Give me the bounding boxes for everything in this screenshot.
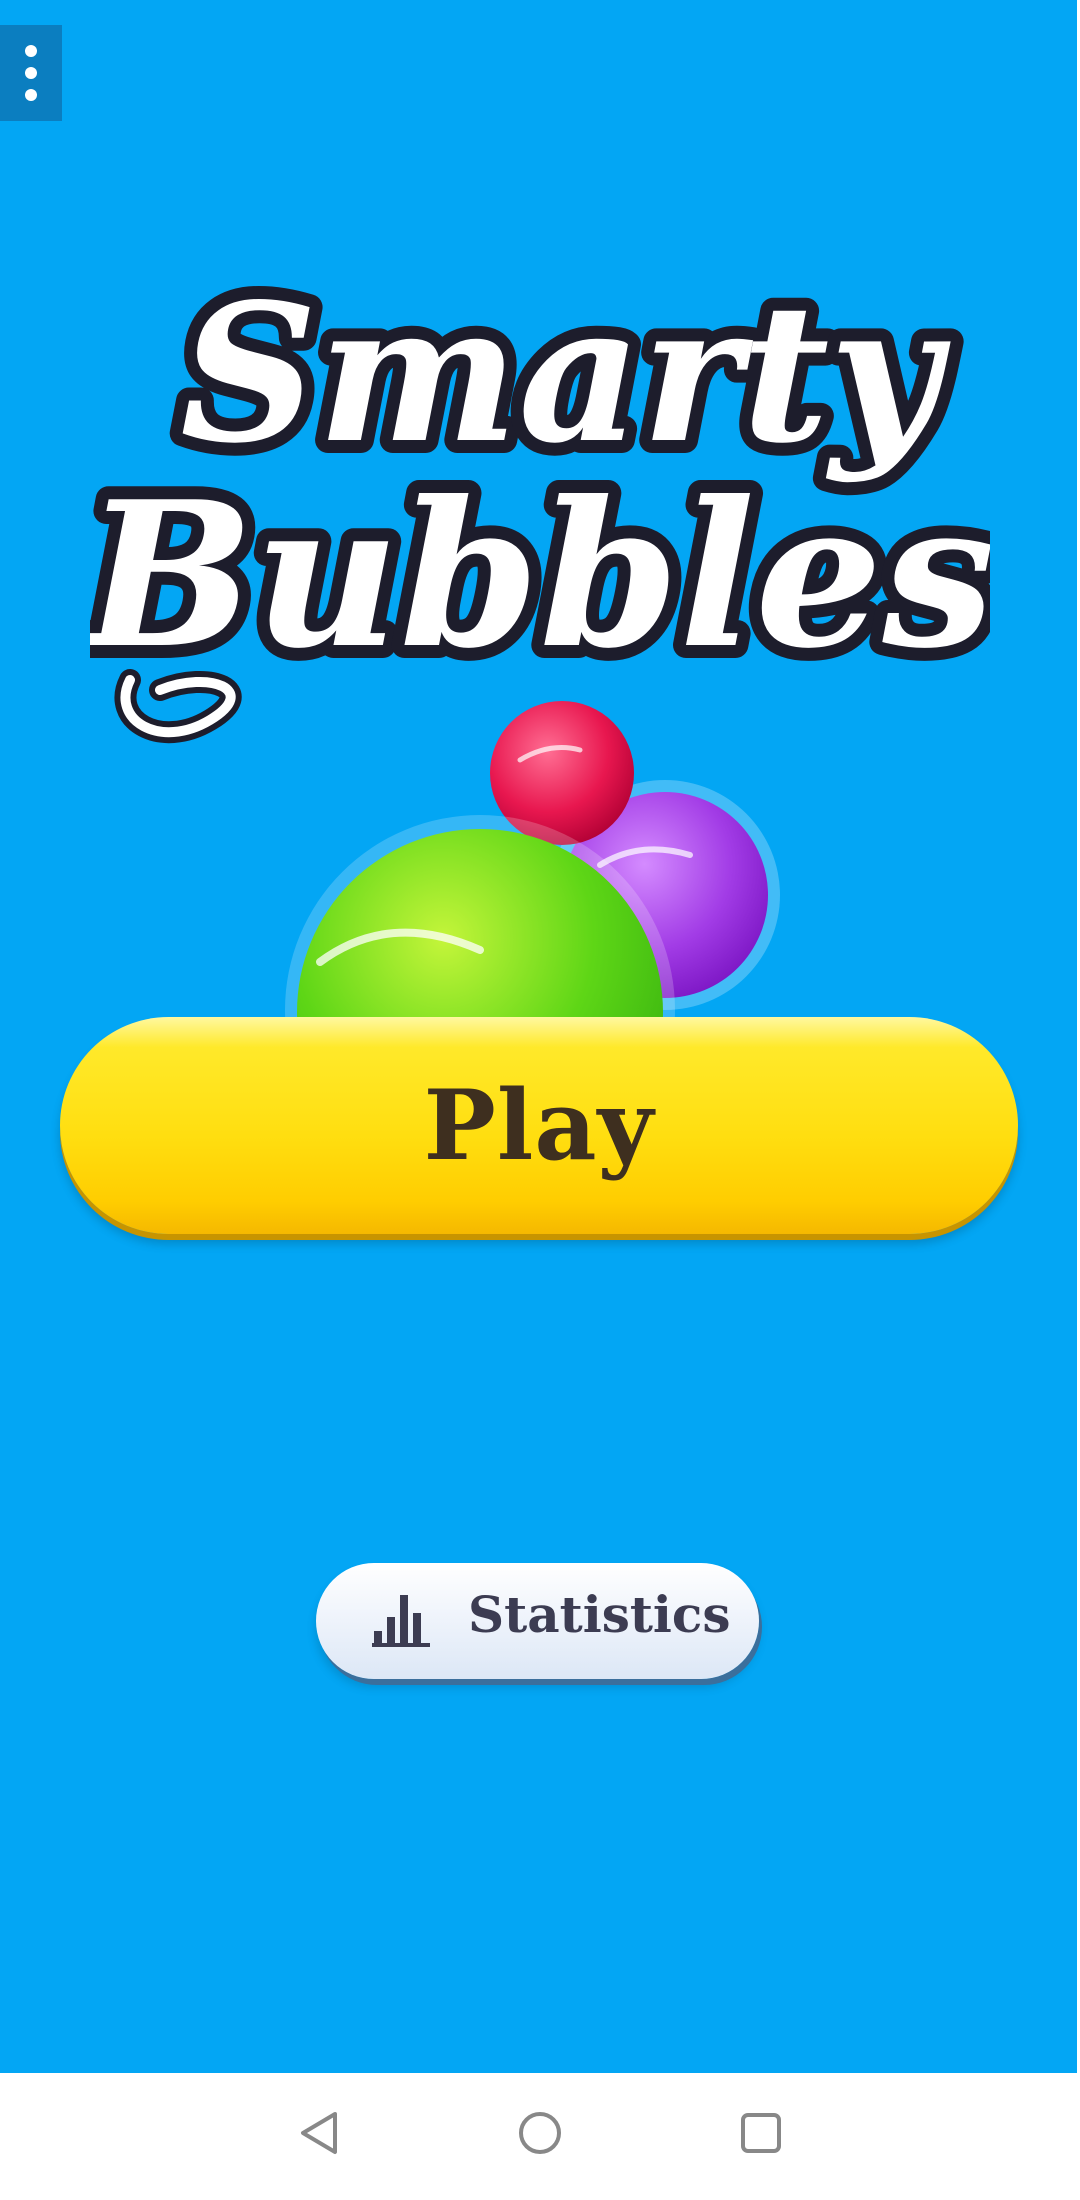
nav-back-button[interactable] — [295, 2108, 345, 2158]
statistics-button-label: Statistics — [468, 1585, 731, 1644]
play-button[interactable]: Play — [60, 1017, 1018, 1234]
more-options-button[interactable] — [0, 25, 62, 121]
nav-recents-button[interactable] — [736, 2108, 786, 2158]
bubbles-illustration — [280, 690, 820, 1020]
menu-dot — [25, 67, 37, 79]
statistics-button[interactable]: Statistics — [316, 1563, 759, 1679]
back-triangle-icon — [301, 2112, 337, 2154]
menu-dot — [25, 89, 37, 101]
logo-line-2: Bubbles — [90, 458, 990, 693]
recents-square-icon — [741, 2113, 781, 2153]
game-screen: Smarty Smarty Bubbles — [0, 0, 1080, 2073]
bar-chart-icon — [370, 1591, 432, 1647]
play-button-label: Play — [423, 1069, 655, 1182]
nav-home-button[interactable] — [515, 2108, 565, 2158]
logo-line-1: Smarty — [180, 262, 951, 485]
home-circle-icon — [519, 2112, 561, 2154]
more-vert-icon — [25, 45, 37, 57]
